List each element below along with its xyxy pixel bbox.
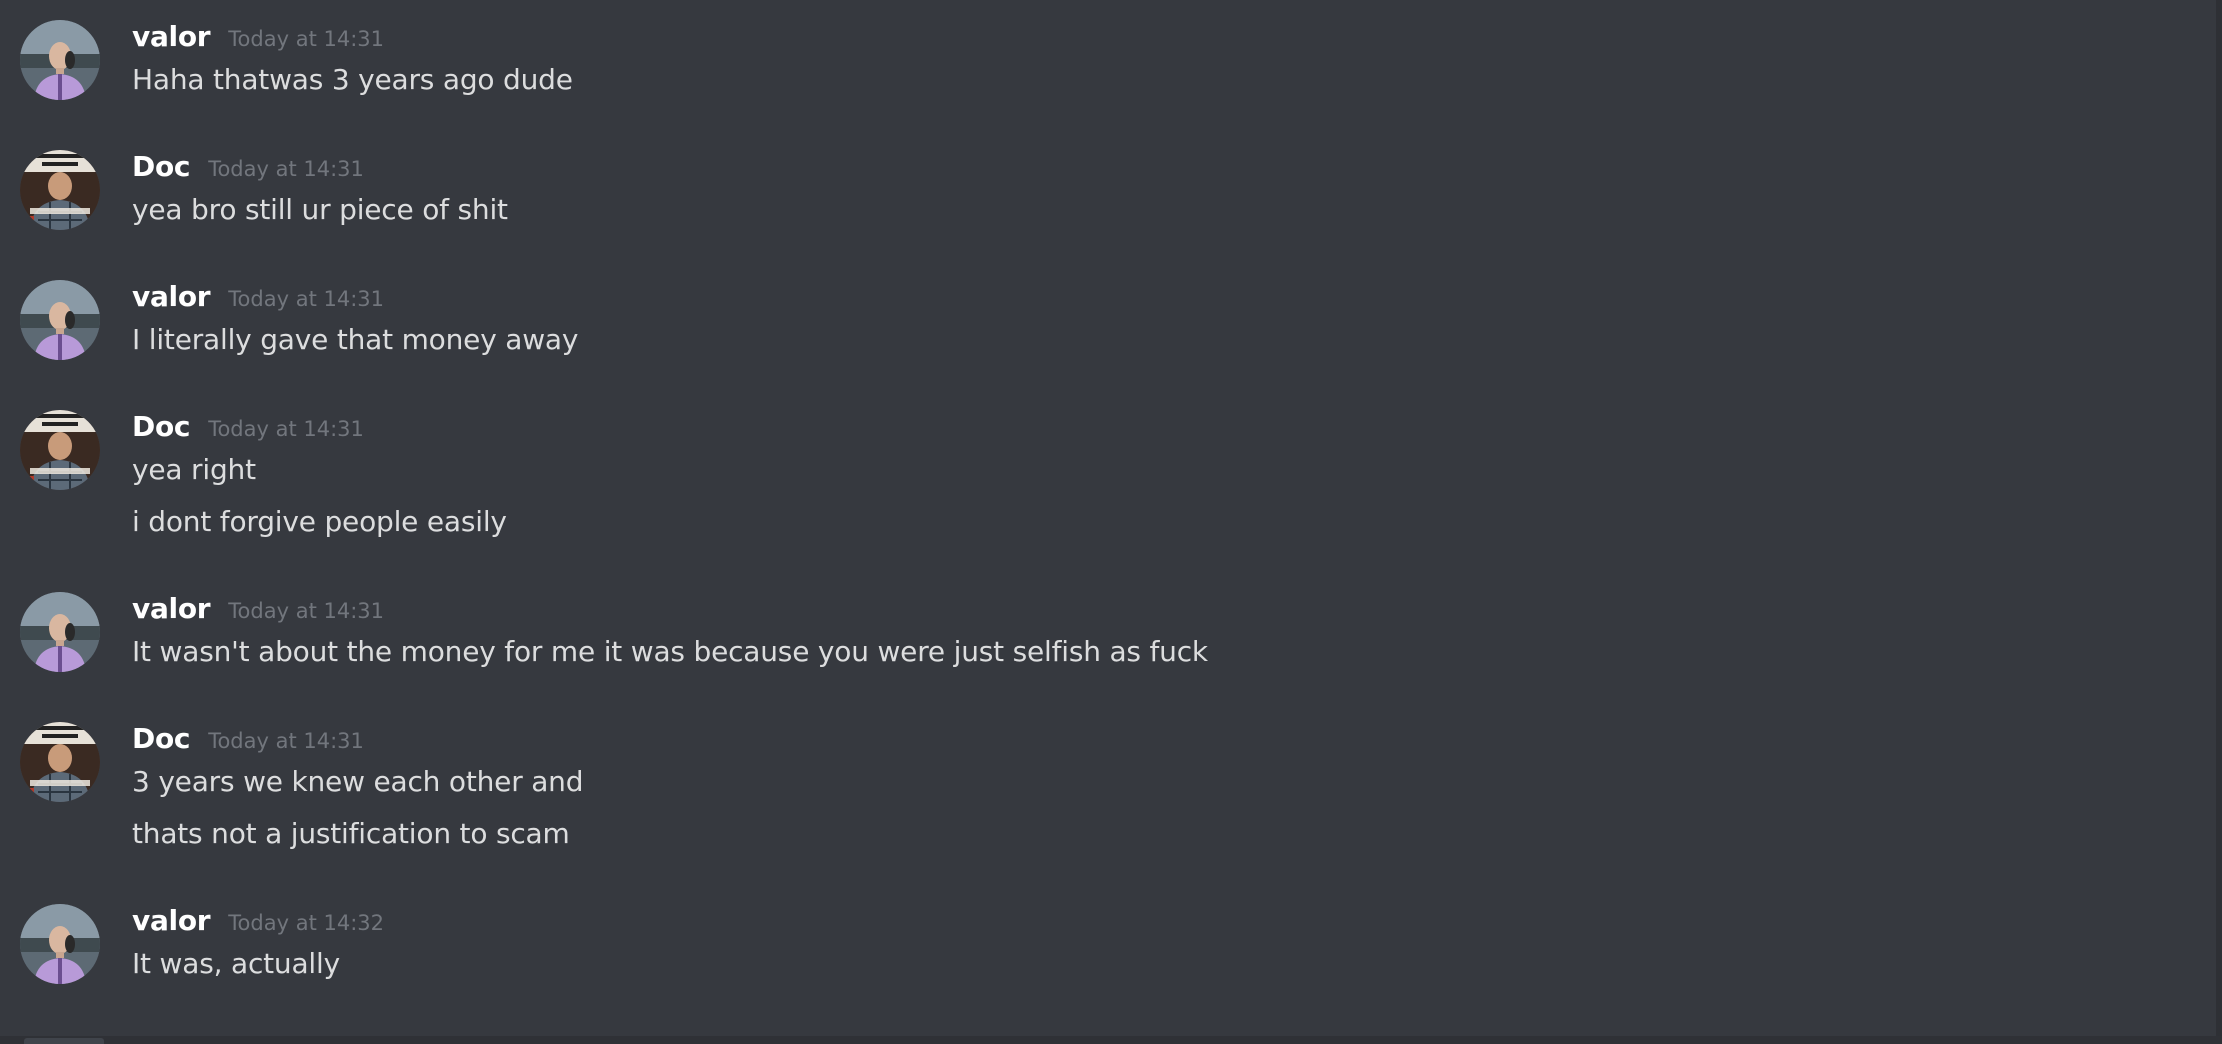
message-text: I literally gave that money away bbox=[132, 323, 579, 356]
timestamp: Today at 14:32 bbox=[228, 911, 385, 935]
message-text: yea bro still ur piece of shit bbox=[132, 193, 508, 226]
message-header: valor Today at 14:31 bbox=[132, 20, 384, 60]
avatar[interactable] bbox=[20, 592, 100, 672]
doc-avatar-icon bbox=[20, 150, 100, 230]
username[interactable]: valor bbox=[132, 20, 211, 53]
valor-avatar-icon bbox=[20, 592, 100, 672]
username[interactable]: valor bbox=[132, 904, 211, 937]
valor-avatar-icon bbox=[20, 280, 100, 360]
valor-avatar-icon bbox=[20, 904, 100, 984]
message-text: It was, actually bbox=[132, 947, 340, 980]
username[interactable]: valor bbox=[132, 592, 211, 625]
avatar[interactable] bbox=[20, 722, 100, 802]
message-header: Doc Today at 14:31 bbox=[132, 150, 364, 190]
avatar[interactable] bbox=[20, 280, 100, 360]
username[interactable]: Doc bbox=[132, 722, 190, 755]
message-text: thats not a justification to scam bbox=[132, 817, 570, 850]
input-edge-handle bbox=[24, 1038, 104, 1044]
username[interactable]: valor bbox=[132, 280, 211, 313]
message-header: valor Today at 14:32 bbox=[132, 904, 384, 944]
message-header: valor Today at 14:31 bbox=[132, 280, 384, 320]
message-header: Doc Today at 14:31 bbox=[132, 410, 364, 450]
timestamp: Today at 14:31 bbox=[228, 599, 385, 623]
timestamp: Today at 14:31 bbox=[208, 157, 364, 181]
avatar[interactable] bbox=[20, 20, 100, 100]
message-text: It wasn't about the money for me it was … bbox=[132, 635, 1208, 668]
timestamp: Today at 14:31 bbox=[208, 729, 364, 753]
message-text: Haha thatwas 3 years ago dude bbox=[132, 63, 573, 96]
timestamp: Today at 14:31 bbox=[208, 417, 364, 441]
doc-avatar-icon bbox=[20, 722, 100, 802]
username[interactable]: Doc bbox=[132, 410, 190, 443]
scroll-track[interactable] bbox=[2216, 0, 2222, 1036]
avatar[interactable] bbox=[20, 150, 100, 230]
avatar[interactable] bbox=[20, 904, 100, 984]
message-text: 3 years we knew each other and bbox=[132, 765, 584, 798]
timestamp: Today at 14:31 bbox=[228, 27, 385, 51]
message-header: valor Today at 14:31 bbox=[132, 592, 384, 632]
chat-messages: valor Today at 14:31 Haha thatwas 3 year… bbox=[0, 0, 2222, 1036]
avatar[interactable] bbox=[20, 410, 100, 490]
message-text: i dont forgive people easily bbox=[132, 505, 507, 538]
doc-avatar-icon bbox=[20, 410, 100, 490]
message-input-area-edge bbox=[0, 1036, 2222, 1044]
valor-avatar-icon bbox=[20, 20, 100, 100]
message-header: Doc Today at 14:31 bbox=[132, 722, 364, 762]
message-text: yea right bbox=[132, 453, 256, 486]
username[interactable]: Doc bbox=[132, 150, 190, 183]
timestamp: Today at 14:31 bbox=[228, 287, 385, 311]
